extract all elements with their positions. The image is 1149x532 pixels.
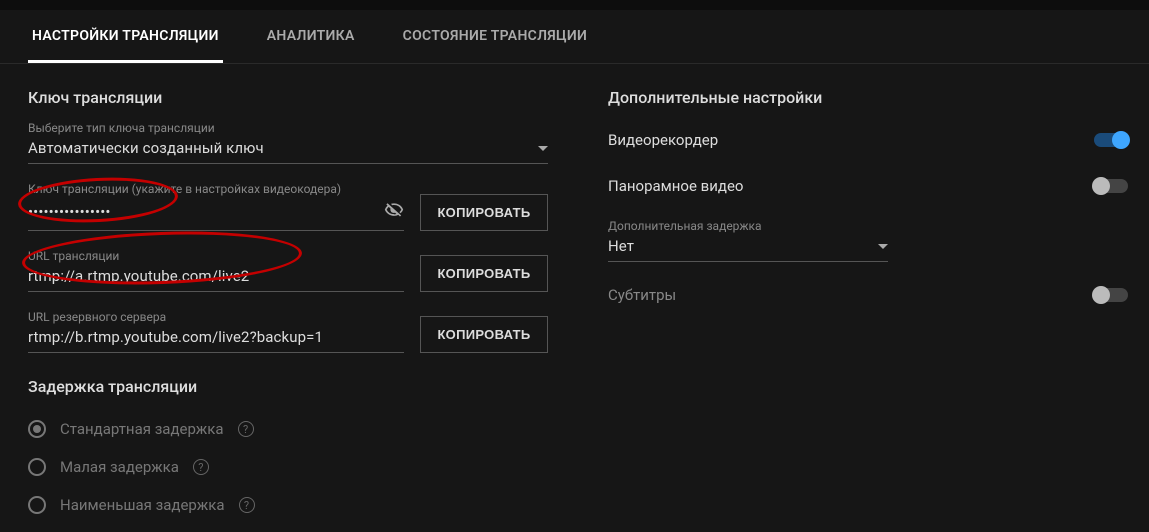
stream-key-value: •••••••••••••••• — [28, 203, 376, 221]
latency-radio-ultra-low[interactable] — [28, 496, 46, 514]
stream-key-section-title: Ключ трансляции — [28, 88, 548, 107]
additional-settings-title: Дополнительные настройки — [608, 88, 1128, 107]
copy-backup-url-button[interactable]: КОПИРОВАТЬ — [420, 316, 548, 353]
tabs-bar: НАСТРОЙКИ ТРАНСЛЯЦИИ АНАЛИТИКА СОСТОЯНИЕ… — [0, 10, 1149, 64]
tab-analytics[interactable]: АНАЛИТИКА — [263, 10, 359, 63]
extra-delay-select[interactable]: Нет — [608, 235, 888, 262]
chevron-down-icon — [878, 244, 888, 249]
latency-label-low: Малая задержка — [60, 458, 179, 476]
chevron-down-icon — [538, 146, 548, 151]
help-icon[interactable]: ? — [239, 497, 255, 513]
latency-radio-normal[interactable] — [28, 420, 46, 438]
stream-key-label: Ключ трансляции (укажите в настройках ви… — [28, 182, 404, 196]
dvr-label: Видеорекордер — [608, 131, 718, 149]
panorama-toggle[interactable] — [1094, 179, 1128, 193]
latency-label-ultra-low: Наименьшая задержка — [60, 496, 225, 514]
captions-label: Субтитры — [608, 286, 676, 304]
extra-delay-label: Дополнительная задержка — [608, 219, 888, 233]
visibility-off-icon[interactable] — [384, 200, 404, 224]
latency-radio-low[interactable] — [28, 458, 46, 476]
tab-stream-settings[interactable]: НАСТРОЙКИ ТРАНСЛЯЦИИ — [28, 10, 223, 63]
captions-toggle[interactable] — [1094, 288, 1128, 302]
stream-url-value: rtmp://a.rtmp.youtube.com/live2 — [28, 267, 404, 285]
key-type-select[interactable]: Автоматически созданный ключ — [28, 137, 548, 164]
backup-url-value: rtmp://b.rtmp.youtube.com/live2?backup=1 — [28, 328, 404, 346]
extra-delay-value: Нет — [608, 237, 870, 255]
stream-url-label: URL трансляции — [28, 249, 404, 263]
tab-stream-health[interactable]: СОСТОЯНИЕ ТРАНСЛЯЦИИ — [399, 10, 592, 63]
latency-label-normal: Стандартная задержка — [60, 420, 224, 438]
latency-section-title: Задержка трансляции — [28, 377, 548, 396]
copy-stream-key-button[interactable]: КОПИРОВАТЬ — [420, 194, 548, 231]
copy-stream-url-button[interactable]: КОПИРОВАТЬ — [420, 255, 548, 292]
dvr-toggle[interactable] — [1094, 133, 1128, 147]
key-type-value: Автоматически созданный ключ — [28, 139, 530, 157]
help-icon[interactable]: ? — [193, 459, 209, 475]
backup-url-label: URL резервного сервера — [28, 310, 404, 324]
panorama-label: Панорамное видео — [608, 177, 743, 195]
help-icon[interactable]: ? — [238, 421, 254, 437]
key-type-label: Выберите тип ключа трансляции — [28, 121, 548, 135]
